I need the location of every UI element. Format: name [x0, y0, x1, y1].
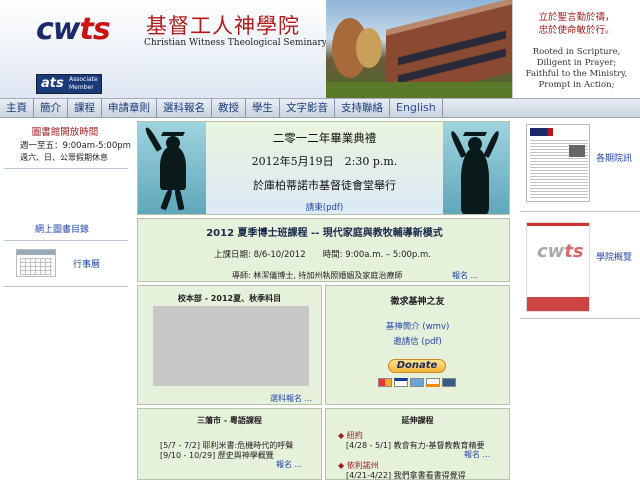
nav-support[interactable]: 支持聯絡	[335, 99, 390, 117]
logo-area: cwts ats Associate Member	[0, 0, 140, 98]
sf-cantonese-title: 三藩市 - 粵語課程	[197, 416, 262, 425]
nav-english[interactable]: English	[390, 99, 443, 117]
overview-thumbnail[interactable]: cwts	[526, 222, 590, 312]
main-campus-panel: 校本部 - 2012夏、秋季科目 選科報名 ...	[137, 285, 322, 405]
ats-mark: ats	[41, 76, 64, 91]
graduate-silhouette-right	[443, 122, 509, 214]
library-hours-weekend: 週六、日、公眾假期休息	[20, 153, 108, 162]
sf-register-link[interactable]: 報名 ...	[276, 459, 302, 470]
sf-course-item: [9/10 - 10/29] 歷史與神學概覽	[160, 451, 274, 460]
dmin-teacher: 導師: 林潔儀博士, 持加州執照婚姻及家庭治療師	[232, 271, 403, 280]
graduation-banner: 二零一二年畢業典禮 2012年5月19日 2:30 p.m. 於庫柏蒂諾市基督徒…	[137, 121, 510, 215]
nav-registration[interactable]: 選科報名	[157, 99, 212, 117]
calendar-link[interactable]: 行事曆	[73, 257, 100, 270]
friends-title: 徵求基神之友	[390, 297, 445, 307]
dmin-course-panel: 2012 夏季博士班課程 -- 現代家庭與教牧輔導新模式 上課日期: 8/6-1…	[137, 218, 510, 282]
visa-icon	[394, 378, 408, 387]
library-hours-weekday: 週一至五：9:00am-5:00pm	[20, 141, 131, 151]
cwts-logo[interactable]: cwts	[36, 12, 111, 47]
divider	[520, 318, 640, 319]
extension-register-link[interactable]: 報名 ...	[464, 449, 490, 460]
extension-title: 延伸課程	[401, 416, 434, 425]
bank-icon	[442, 378, 456, 387]
newsletter-thumbnail[interactable]	[526, 124, 590, 202]
discover-icon	[426, 378, 440, 387]
sf-cantonese-panel: 三藩市 - 粵語課程 [5/7 - 7/2] 耶利米書:危機時代的呼聲 [9/1…	[137, 408, 322, 480]
main-nav: 主頁 簡介 課程 申請章則 選科報名 教授 學生 文字影音 支持聯絡 Engli…	[0, 98, 640, 118]
nav-about[interactable]: 簡介	[34, 99, 68, 117]
overview-link[interactable]: 學院概覽	[596, 250, 632, 263]
newsletter-link[interactable]: 各期院訊	[596, 151, 632, 164]
nav-students[interactable]: 學生	[246, 99, 280, 117]
dmin-dates: 上課日期: 8/6-10/2012 時間: 9:00a.m. – 5:00p.m…	[214, 250, 431, 260]
library-catalog-link[interactable]: 網上圖書目錄	[0, 222, 124, 235]
mastercard-icon	[378, 378, 392, 387]
seminary-title-en: Christian Witness Theological Seminary	[144, 38, 327, 48]
divider	[4, 286, 128, 287]
nav-home[interactable]: 主頁	[0, 99, 34, 117]
divider	[4, 168, 128, 169]
main-campus-image	[153, 306, 309, 386]
extension-panel: 延伸課程 ◆ 紐約 [4/28 - 5/1] 教會有力-基督教教育精要 報名 .…	[325, 408, 510, 480]
motto-zh: 立於聖言勤於禱， 忠於使命敏於行。	[538, 12, 615, 36]
divider	[4, 240, 128, 241]
ats-label: Associate Member	[69, 76, 98, 91]
right-sidebar: 各期院訊 cwts 學院概覽	[518, 118, 640, 480]
invitation-letter-link[interactable]: 邀請信 (pdf)	[326, 335, 509, 347]
nav-media[interactable]: 文字影音	[280, 99, 335, 117]
extension-course-item: [4/21-4/22] 我們拿書看書得覺得	[346, 471, 466, 480]
dmin-title: 2012 夏季博士班課程 -- 現代家庭與教牧輔導新模式	[206, 228, 443, 239]
dmin-register-link[interactable]: 報名 ...	[452, 270, 478, 281]
left-sidebar: 圖書館開放時間 週一至五：9:00am-5:00pm 週六、日、公眾假期休息 網…	[0, 118, 131, 480]
nav-admissions[interactable]: 申請章則	[102, 99, 157, 117]
donate-button[interactable]: Donate	[388, 359, 446, 373]
main-campus-title: 校本部 - 2012夏、秋季科目	[177, 294, 282, 303]
seminary-intro-video-link[interactable]: 基神簡介 (wmv)	[326, 320, 509, 332]
divider	[520, 211, 640, 212]
library-hours-title: 圖書館開放時間	[31, 127, 99, 138]
nav-courses[interactable]: 課程	[68, 99, 102, 117]
ats-member-badge[interactable]: ats Associate Member	[36, 74, 102, 94]
amex-icon	[410, 378, 424, 387]
campus-photo	[326, 0, 512, 98]
seminary-title-area: 基督工人神學院 Christian Witness Theological Se…	[140, 0, 327, 98]
friends-panel: 徵求基神之友 基神簡介 (wmv) 邀請信 (pdf) Donate	[325, 285, 510, 405]
motto-area: 立於聖言勤於禱， 忠於使命敏於行。 Rooted in Scripture, D…	[512, 0, 640, 98]
seminary-title-zh: 基督工人神學院	[146, 14, 300, 38]
site-header: cwts ats Associate Member 基督工人神學院 Christ…	[0, 0, 640, 98]
main-campus-register-link[interactable]: 選科報名 ...	[270, 393, 312, 404]
motto-en: Rooted in Scripture, Diligent in Prayer;…	[525, 47, 628, 90]
calendar-thumbnail[interactable]	[16, 249, 56, 277]
payment-cards	[378, 378, 456, 387]
nav-faculty[interactable]: 教授	[212, 99, 246, 117]
